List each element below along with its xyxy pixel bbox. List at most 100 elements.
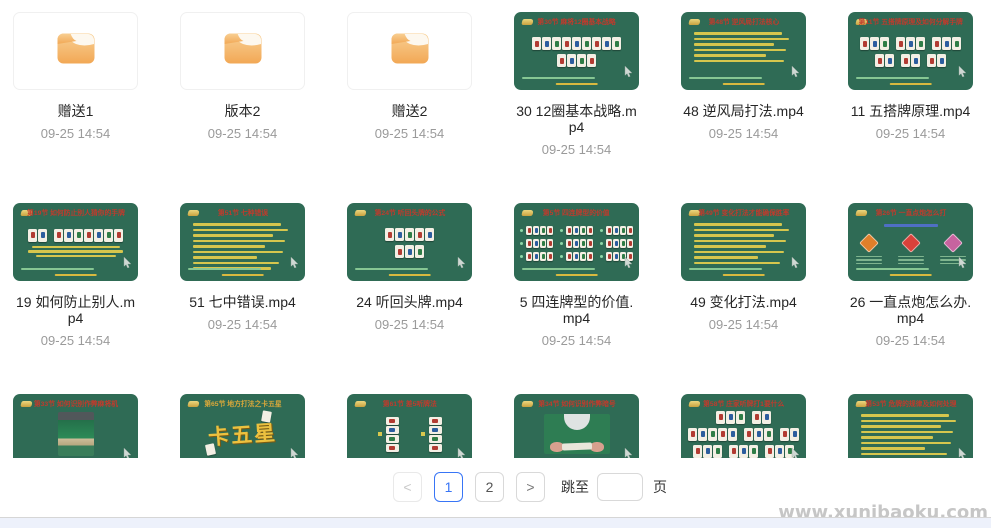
file-name[interactable]: 11 五搭牌原理.mp4 [851, 103, 971, 119]
jump-to-label: 跳至 [561, 477, 589, 497]
mahjong-tile [572, 37, 581, 50]
slide-body [681, 28, 806, 90]
tile-row [395, 245, 424, 258]
scroll-icon [521, 19, 533, 25]
mahjong-tile [547, 226, 553, 235]
tile-pip [432, 446, 438, 450]
tile-pip [863, 41, 867, 47]
tile-pip [615, 241, 618, 246]
file-manager-page: 赠送109-25 14:54版本209-25 14:54赠送209-25 14:… [0, 0, 991, 528]
mahjong-tile [526, 239, 532, 248]
folder-name[interactable]: 赠送2 [392, 103, 428, 119]
tile-group [560, 239, 593, 248]
diamond-shape [943, 233, 963, 253]
file-name[interactable]: 5 四连牌型的价值.mp4 [514, 294, 639, 326]
tile-pip [778, 448, 782, 454]
cursor-icon [624, 64, 633, 82]
tile-pip [622, 228, 625, 233]
tile-group [780, 428, 799, 441]
file-name[interactable]: 24 听回头牌.mp4 [356, 294, 463, 310]
tile-pip [945, 41, 949, 47]
file-name[interactable]: 19 如何防止别人.mp4 [13, 294, 138, 326]
slide-body [13, 410, 138, 458]
tile-pip [565, 41, 569, 47]
file-name[interactable]: 51 七中错误.mp4 [189, 294, 296, 310]
folder-thumbnail[interactable] [13, 12, 138, 90]
cursor-icon [624, 446, 633, 458]
slide-footer-green-text [188, 268, 261, 271]
video-thumbnail[interactable]: 第30节 麻将12圈基本战略 [514, 12, 639, 90]
mahjong-tile [620, 239, 626, 248]
tile-pip [914, 58, 918, 64]
slide-body [681, 410, 806, 458]
jump-page-input[interactable] [597, 473, 643, 501]
tile-pip [398, 232, 402, 238]
tile-group [901, 54, 920, 67]
next-page-button[interactable]: > [516, 472, 545, 502]
file-name[interactable]: 26 一直点炮怎么办.mp4 [848, 294, 973, 326]
page-1-button[interactable]: 1 [434, 472, 463, 502]
tile-pip [418, 249, 422, 255]
mahjong-tile [573, 239, 579, 248]
video-thumbnail[interactable]: 第51节 七种错误 [180, 203, 305, 281]
folder-name[interactable]: 版本2 [225, 103, 261, 119]
file-name[interactable]: 49 变化打法.mp4 [690, 294, 797, 310]
folder-name[interactable]: 赠送1 [58, 103, 94, 119]
video-thumbnail[interactable]: 第24节 听回头牌的公式 [347, 203, 472, 281]
folder-thumbnail[interactable] [180, 12, 305, 90]
tile-group [520, 252, 553, 261]
mahjong-tile [587, 239, 593, 248]
slide-text-line [861, 442, 951, 445]
video-thumbnail[interactable]: 第34节 如何识别作弊暗号 [514, 394, 639, 458]
cursor-icon [624, 255, 633, 273]
tile-pip [582, 228, 585, 233]
mahjong-tile [860, 37, 869, 50]
diamond-caption-line [856, 259, 882, 261]
mahjong-machine-photo [58, 412, 94, 456]
mahjong-tile [627, 239, 633, 248]
video-thumbnail[interactable]: 第49节 变化打法才能确保胜率 [681, 203, 806, 281]
page-2-button[interactable]: 2 [475, 472, 504, 502]
mahjong-tile [627, 226, 633, 235]
slide-footer-green-text [522, 268, 595, 271]
prev-page-button[interactable]: < [393, 472, 422, 502]
tile-row [532, 37, 621, 50]
video-thumbnail[interactable]: 第11节 五搭牌原理及如何分解手牌 [848, 12, 973, 90]
video-thumbnail[interactable]: 第5节 四连牌型的价值 [514, 203, 639, 281]
mahjong-tile [739, 445, 748, 458]
video-thumbnail[interactable]: 第53节 危牌的规律及如何处理 [848, 394, 973, 458]
video-thumbnail[interactable]: 第48节 逆风局打法核心 [681, 12, 806, 90]
slide-footer-green-text [689, 268, 762, 271]
tile-pip [615, 41, 619, 47]
mahjong-tile [429, 444, 442, 452]
video-thumbnail[interactable]: 第26节 一直点炮怎么打 [848, 203, 973, 281]
folder-card: 赠送109-25 14:54 [13, 12, 138, 203]
machine-wheel [564, 414, 590, 430]
tile-pip [919, 41, 923, 47]
tile-pip [742, 448, 746, 454]
folder-thumbnail[interactable] [347, 12, 472, 90]
mahjong-tile [780, 428, 789, 441]
file-name[interactable]: 48 逆风局打法.mp4 [683, 103, 804, 119]
mahjong-tile [547, 239, 553, 248]
file-name[interactable]: 30 12圈基本战略.mp4 [514, 103, 639, 135]
video-thumbnail[interactable]: 第33节 如何识别作弊麻将机 [13, 394, 138, 458]
video-thumbnail[interactable]: 第65节 地方打法之卡五星卡五星 [180, 394, 305, 458]
slide-footer-green-text [856, 268, 929, 271]
tile-pip [535, 241, 538, 246]
tile-pip [575, 241, 578, 246]
video-thumbnail[interactable]: 第19节 如何防止别人猜你的手牌 [13, 203, 138, 281]
cursor-icon [123, 446, 132, 458]
slide-text-line [861, 414, 949, 417]
scroll-icon [688, 401, 700, 407]
slide-title-wrap: 第49节 变化打法才能确保胜率 [681, 210, 806, 219]
file-card: 第11节 五搭牌原理及如何分解手牌11 五搭牌原理.mp409-25 14:54 [848, 12, 973, 203]
slide-text-line [193, 245, 265, 248]
video-thumbnail[interactable]: 第58节 庄家听牌打1要什么 [681, 394, 806, 458]
hands-cards-photo [544, 414, 610, 454]
tile-pip [117, 232, 121, 238]
mahjong-tile [573, 226, 579, 235]
slide-text-line [193, 234, 273, 237]
page-unit-label: 页 [653, 477, 667, 497]
video-thumbnail[interactable]: 第61节 差5听牌法 [347, 394, 472, 458]
